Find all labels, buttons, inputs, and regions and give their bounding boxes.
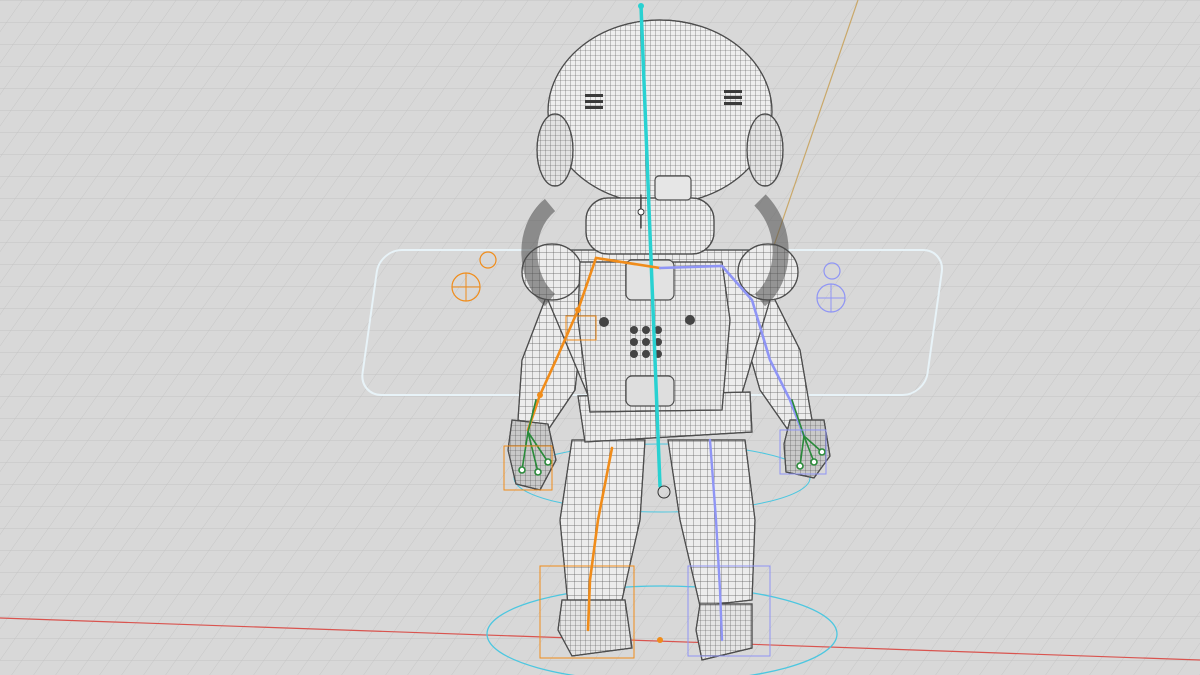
left-wrist-joint	[537, 392, 543, 398]
backpack-bottom-port	[625, 375, 675, 407]
left-elbow-joint	[575, 307, 581, 313]
helmet-vent-left	[585, 94, 603, 109]
3d-viewport[interactable]	[0, 0, 1200, 675]
root-pivot-dot	[657, 637, 663, 643]
helmet-vent-right	[724, 90, 742, 105]
tank-valve	[654, 175, 692, 201]
neck-joint	[637, 208, 645, 216]
spine-tip-joint	[638, 3, 644, 9]
